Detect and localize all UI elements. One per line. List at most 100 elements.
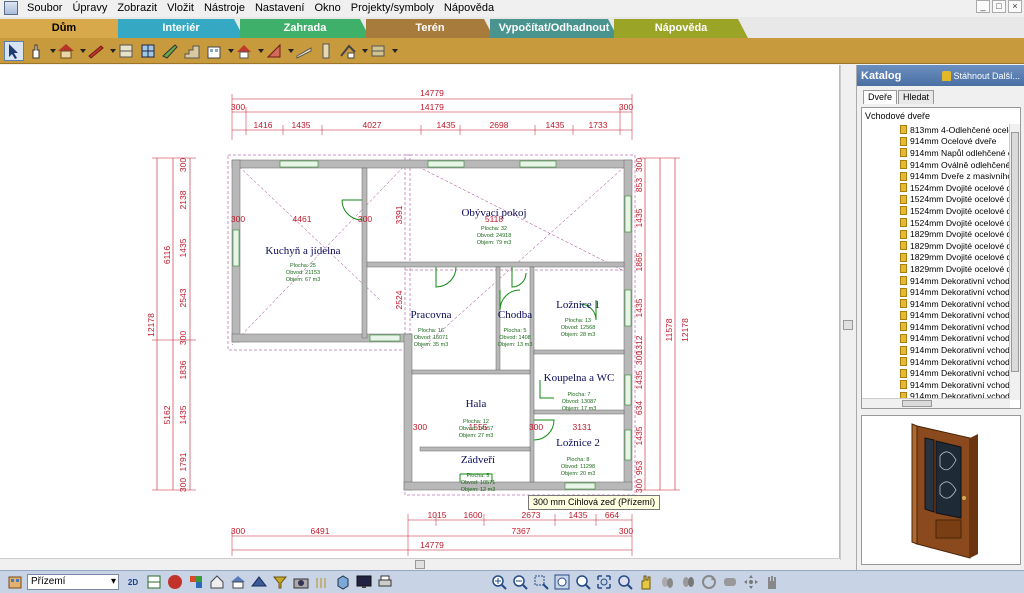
list-item[interactable]: 914mm Dekorativní vchodové: [862, 367, 1010, 379]
zoom-out-icon[interactable]: [511, 573, 529, 591]
list-item[interactable]: 1524mm Dvojité ocelové dve: [862, 205, 1010, 217]
tab-garden[interactable]: Zahrada: [240, 19, 370, 38]
list-item[interactable]: 1829mm Dvojité ocelové dve: [862, 252, 1010, 264]
list-item[interactable]: 1524mm Dvojité ocelové dve: [862, 217, 1010, 229]
list-item[interactable]: 914mm Ocelové dveře: [862, 136, 1010, 148]
download-more-button[interactable]: Stáhnout Další...: [942, 70, 1020, 81]
floors-icon[interactable]: [6, 573, 24, 591]
floorplan-canvas[interactable]: 14779 14179 300 1416 1435 4027 1435 2698…: [0, 65, 840, 560]
tab-calculate[interactable]: Vypočítat/Odhadnout: [490, 19, 618, 38]
close-button[interactable]: ×: [1008, 0, 1022, 13]
material-icon[interactable]: [368, 41, 388, 61]
scroll-thumb[interactable]: [415, 560, 425, 569]
room-bedroom-2[interactable]: Ložnice 2 Plocha: 8 Obvod: 11298 Objem: …: [556, 437, 600, 477]
room-hallway[interactable]: Chodba Plocha: 5 Obvod: 1408 Objem: 13 m…: [498, 309, 533, 348]
camera-icon[interactable]: [292, 573, 310, 591]
tab-interior[interactable]: Interiér: [118, 19, 244, 38]
rotate-icon[interactable]: [700, 573, 718, 591]
view-3d-icon[interactable]: [166, 573, 184, 591]
list-item[interactable]: 914mm Dekorativní vchodové: [862, 275, 1010, 287]
tab-house[interactable]: Dům: [0, 19, 128, 38]
list-item[interactable]: 1829mm Dvojité ocelové dve: [862, 240, 1010, 252]
list-item[interactable]: 914mm Dekorativní vchodové: [862, 333, 1010, 345]
print-icon[interactable]: [376, 573, 394, 591]
zoom-extents-icon[interactable]: [595, 573, 613, 591]
roof-view-icon[interactable]: [250, 573, 268, 591]
canvas-vertical-scrollbar[interactable]: [840, 65, 854, 560]
wall-segment-icon[interactable]: [116, 41, 136, 61]
zoom-previous-icon[interactable]: [574, 573, 592, 591]
fence-view-icon[interactable]: [313, 573, 331, 591]
dimension-icon[interactable]: [338, 41, 358, 61]
split-view-icon[interactable]: [187, 573, 205, 591]
menu-window[interactable]: Okno: [309, 0, 345, 16]
tab-terrain[interactable]: Terén: [366, 19, 494, 38]
scroll-thumb[interactable]: [902, 400, 932, 407]
building-icon[interactable]: [204, 41, 224, 61]
menu-edit[interactable]: Úpravy: [67, 0, 112, 16]
screen-icon[interactable]: [355, 573, 373, 591]
tab-search[interactable]: Hledat: [898, 90, 935, 104]
room-bedroom-1[interactable]: Ložnice 1 Plocha: 13 Obvod: 12568 Objem:…: [556, 299, 600, 338]
menu-file[interactable]: Soubor: [22, 0, 67, 16]
hand-tool-icon[interactable]: [26, 41, 46, 61]
roof-slope-icon[interactable]: [264, 41, 284, 61]
menu-insert[interactable]: Vložit: [162, 0, 199, 16]
tab-doors[interactable]: Dveře: [863, 90, 898, 104]
cube-icon[interactable]: [334, 573, 352, 591]
restore-button[interactable]: □: [992, 0, 1006, 13]
catalog-vertical-scrollbar[interactable]: [1009, 124, 1020, 400]
list-item[interactable]: 914mm Napůl odlehčené ocel: [862, 147, 1010, 159]
zoom-in-icon[interactable]: [490, 573, 508, 591]
menu-help[interactable]: Nápověda: [439, 0, 499, 16]
select-arrow-icon[interactable]: [4, 40, 24, 61]
menu-view[interactable]: Zobrazit: [112, 0, 162, 16]
list-item[interactable]: 914mm Dekorativní vchodové: [862, 310, 1010, 322]
wall-icon[interactable]: [86, 41, 106, 61]
list-item[interactable]: 914mm Dekorativní vchodové: [862, 321, 1010, 333]
wall-paint-icon[interactable]: [160, 41, 180, 61]
list-item[interactable]: 914mm Dekorativní vchodové: [862, 298, 1010, 310]
room-kitchen[interactable]: Kuchyň a jídelna Plocha: 25 Obvod: 21153…: [265, 245, 340, 283]
house-roof-icon[interactable]: [56, 41, 76, 61]
walk-icon[interactable]: [658, 573, 676, 591]
room-hall[interactable]: Hala Plocha: 12 Obvod: 14157 Objem: 27 m…: [459, 398, 494, 439]
fence-icon[interactable]: [294, 41, 314, 61]
window-icon[interactable]: [138, 41, 158, 61]
zoom-all-icon[interactable]: [616, 573, 634, 591]
tab-help[interactable]: Nápověda: [614, 19, 748, 38]
scroll-thumb[interactable]: [1011, 132, 1019, 372]
list-item[interactable]: 1524mm Dvojité ocelové dve: [862, 194, 1010, 206]
floor-select[interactable]: Přízemí: [27, 574, 119, 590]
list-item[interactable]: 914mm Dekorativní vchodové: [862, 344, 1010, 356]
zoom-window-icon[interactable]: [532, 573, 550, 591]
plan-2d-grid-icon[interactable]: [145, 573, 163, 591]
catalog-horizontal-scrollbar[interactable]: [862, 398, 1010, 408]
app-icon[interactable]: [4, 1, 18, 15]
list-item[interactable]: 914mm Oválně odlehčené oc: [862, 159, 1010, 171]
fly-icon[interactable]: [721, 573, 739, 591]
list-item[interactable]: 914mm Dekorativní vchodové: [862, 356, 1010, 368]
list-item[interactable]: 1524mm Dvojité ocelové dve: [862, 182, 1010, 194]
move-icon[interactable]: [742, 573, 760, 591]
house-view-icon[interactable]: [229, 573, 247, 591]
list-item[interactable]: 914mm Dveře z masivního dř: [862, 170, 1010, 182]
menu-projects[interactable]: Projekty/symboly: [346, 0, 439, 16]
list-item[interactable]: 914mm Dekorativní vchodové: [862, 286, 1010, 298]
roof-icon[interactable]: [234, 41, 254, 61]
list-item[interactable]: 1829mm Dvojité ocelové dve: [862, 228, 1010, 240]
zoom-fit-icon[interactable]: [553, 573, 571, 591]
room-bathroom[interactable]: Koupelna a WC Plocha: 7 Obvod: 13087 Obj…: [544, 372, 615, 412]
canvas-horizontal-scrollbar[interactable]: [0, 558, 840, 570]
filter-icon[interactable]: [271, 573, 289, 591]
house-outline-icon[interactable]: [208, 573, 226, 591]
minimize-button[interactable]: _: [976, 0, 990, 13]
column-icon[interactable]: [316, 41, 336, 61]
scroll-thumb[interactable]: [843, 320, 853, 330]
room-study[interactable]: Pracovna Plocha: 16 Obvod: 16071 Objem: …: [411, 309, 452, 348]
room-living[interactable]: Obývací pokoj Plocha: 32 Obvod: 24918 Ob…: [461, 207, 526, 246]
menu-settings[interactable]: Nastavení: [250, 0, 310, 16]
stairs-icon[interactable]: [182, 41, 202, 61]
list-item[interactable]: 1829mm Dvojité ocelové dve: [862, 263, 1010, 275]
hand-grab-icon[interactable]: [763, 573, 781, 591]
